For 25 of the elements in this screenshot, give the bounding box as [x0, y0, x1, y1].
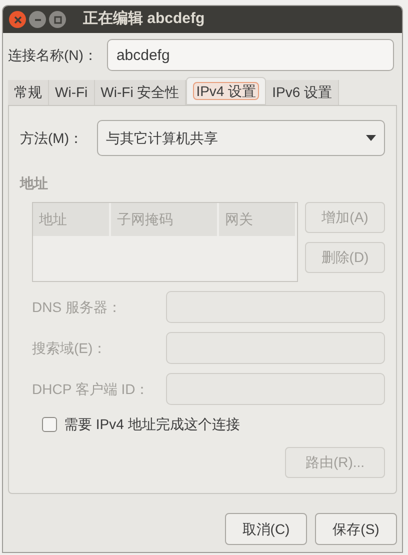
tab[interactable]: 常规 — [8, 80, 49, 105]
field-label: DHCP 客户端 ID： — [32, 380, 150, 398]
tab[interactable]: Wi-Fi 安全性 — [94, 80, 186, 105]
method-label: 方法(M)： — [20, 128, 83, 148]
maximize-icon[interactable] — [49, 11, 66, 28]
tab[interactable]: IPv4 设置 — [186, 77, 266, 105]
tab[interactable]: IPv6 设置 — [266, 80, 340, 105]
field-label: DNS 服务器： — [32, 298, 122, 316]
method-dropdown[interactable]: 与其它计算机共享 — [97, 120, 385, 156]
connection-name-label: 连接名称(N)： — [8, 46, 98, 65]
field-label: 搜索域(E)： — [32, 338, 108, 358]
checkbox-label: 需要 IPv4 地址完成这个连接 — [64, 415, 240, 434]
checkbox[interactable] — [42, 417, 57, 432]
section-heading: 地址 — [20, 174, 49, 193]
dialog-button[interactable]: 保存(S) — [315, 513, 397, 545]
dialog-button[interactable]: 取消(C) — [225, 513, 307, 545]
window-title: 正在编辑 abcdefg — [83, 9, 205, 30]
caret-icon — [366, 135, 376, 141]
minimize-icon[interactable] — [29, 11, 46, 28]
column-header: 子网掩码 — [111, 203, 219, 236]
tab[interactable]: Wi-Fi — [49, 80, 95, 105]
column-header: 网关 — [219, 203, 297, 236]
column-header: 地址 — [33, 203, 111, 236]
close-icon[interactable] — [9, 11, 26, 28]
connection-name-field[interactable]: abcdefg — [107, 39, 394, 71]
